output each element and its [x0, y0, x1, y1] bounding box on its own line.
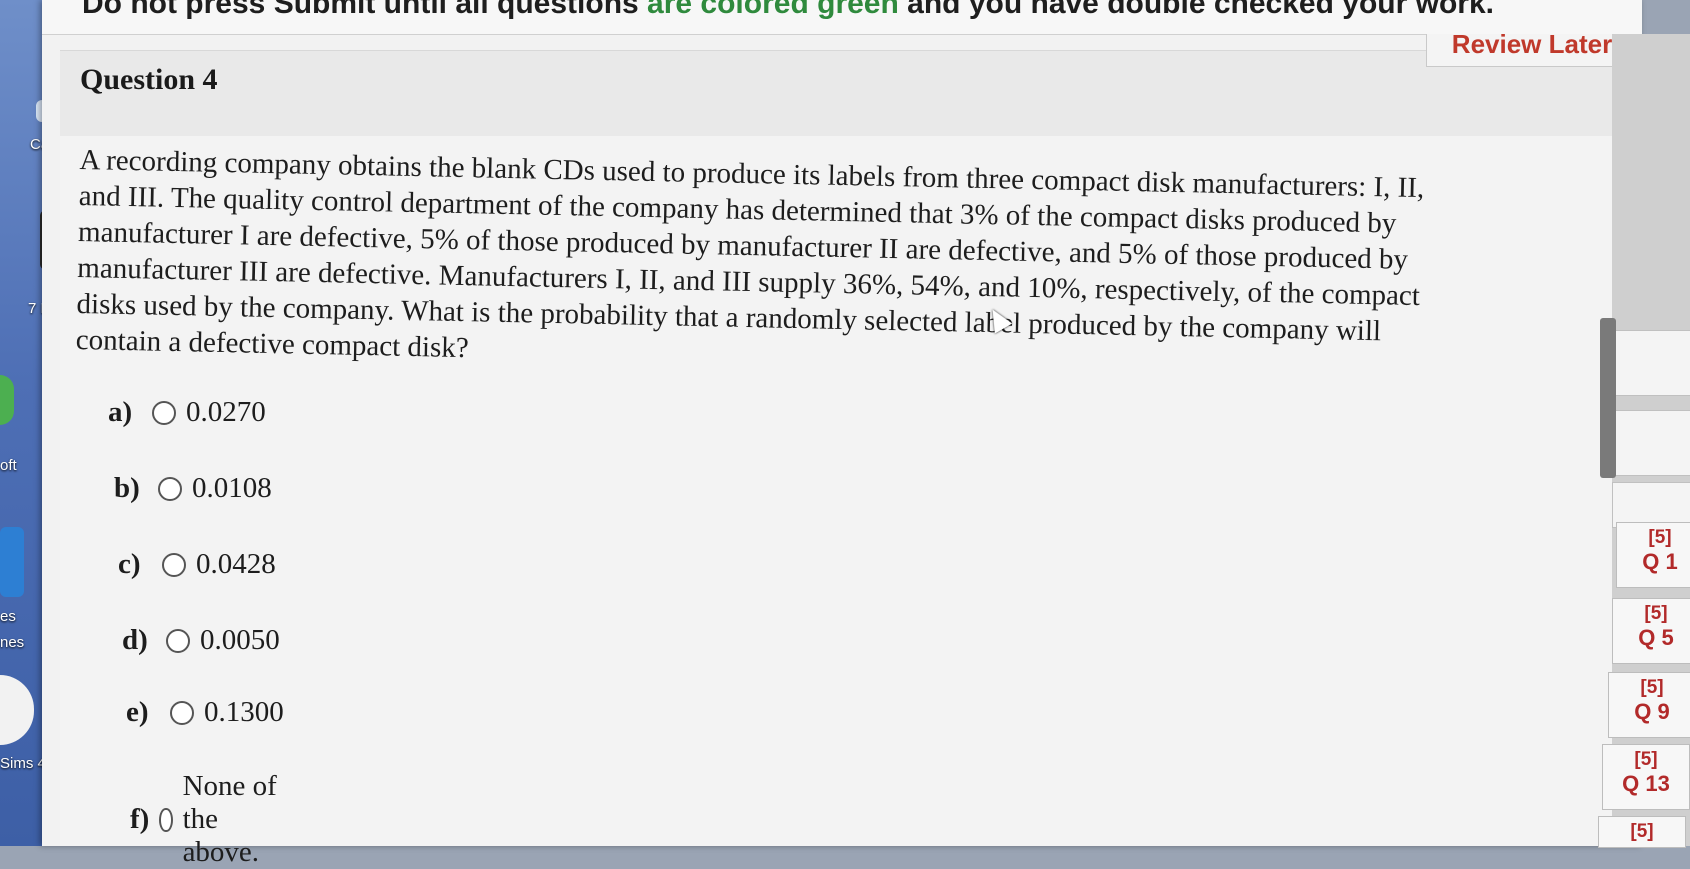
- desktop-app-icon[interactable]: [0, 375, 14, 425]
- option-letter: a): [108, 396, 133, 428]
- radio-button[interactable]: [158, 476, 182, 501]
- banner-text-prefix: Do not press Submit until all questions: [82, 0, 648, 20]
- sims-icon[interactable]: [0, 675, 34, 745]
- submit-warning-banner: Do not press Submit until all questions …: [42, 0, 1642, 35]
- radio-button[interactable]: [159, 807, 173, 832]
- answer-option-d[interactable]: d) 0.0050: [122, 624, 280, 657]
- option-letter: d): [122, 624, 148, 656]
- nav-label: Q 13: [1622, 771, 1670, 796]
- radio-button[interactable]: [170, 700, 194, 725]
- nav-question-5[interactable]: [5] Q 5: [1612, 598, 1690, 664]
- question-text: A recording company obtains the blank CD…: [75, 142, 1559, 389]
- nav-empty-box: [1612, 330, 1690, 396]
- nav-question-13[interactable]: [5] Q 13: [1602, 744, 1690, 810]
- nav-label: Q 1: [1642, 549, 1678, 574]
- answer-option-b[interactable]: b) 0.0108: [114, 472, 272, 505]
- nav-question-1[interactable]: [5] Q 1: [1616, 522, 1690, 588]
- desktop-label[interactable]: es: [0, 608, 16, 625]
- question-title: Question 4: [80, 63, 218, 96]
- banner-text-green: are colored green: [647, 0, 899, 20]
- desktop-label[interactable]: nes: [0, 634, 24, 651]
- review-later-button[interactable]: Review Later: [1426, 34, 1638, 67]
- desktop-app-icon[interactable]: [0, 527, 24, 597]
- option-value: 0.0050: [200, 624, 280, 656]
- exam-window: Do not press Submit until all questions …: [42, 0, 1642, 868]
- nav-points: [5]: [1640, 677, 1664, 698]
- radio-button[interactable]: [166, 628, 190, 653]
- answer-option-f[interactable]: f) None of the above.: [130, 770, 285, 869]
- answer-option-c[interactable]: c) 0.0428: [118, 548, 276, 581]
- radio-button[interactable]: [152, 400, 176, 425]
- answer-option-e[interactable]: e) 0.1300: [126, 696, 284, 729]
- option-value: 0.0270: [186, 396, 266, 428]
- scrollbar-thumb[interactable]: [1600, 318, 1616, 478]
- radio-button[interactable]: [162, 552, 186, 577]
- desktop-label[interactable]: Sims 4: [0, 755, 46, 772]
- nav-question-9[interactable]: [5] Q 9: [1608, 672, 1690, 738]
- nav-points: [5]: [1634, 749, 1658, 770]
- question-body: A recording company obtains the blank CD…: [60, 136, 1620, 868]
- option-letter: c): [118, 548, 141, 580]
- option-value: None of the above.: [182, 770, 277, 868]
- option-letter: f): [130, 803, 150, 835]
- nav-empty-box: [1612, 410, 1690, 476]
- question-header: Question 4: [60, 50, 1630, 137]
- option-value: 0.0108: [192, 472, 272, 504]
- option-letter: e): [126, 696, 149, 728]
- nav-label: Q 5: [1638, 625, 1674, 650]
- option-value: 0.1300: [204, 696, 284, 728]
- nav-points: [5]: [1644, 603, 1668, 624]
- nav-points: [5]: [1630, 821, 1654, 842]
- option-value: 0.0428: [196, 548, 276, 580]
- banner-text-suffix: and you have double checked your work.: [898, 0, 1494, 20]
- answer-option-a[interactable]: a) 0.0270: [108, 396, 266, 429]
- nav-question-17[interactable]: [5]: [1598, 816, 1686, 848]
- option-letter: b): [114, 472, 140, 504]
- desktop-label[interactable]: oft: [0, 457, 17, 474]
- nav-label: Q 9: [1634, 699, 1670, 724]
- nav-points: [5]: [1648, 527, 1672, 548]
